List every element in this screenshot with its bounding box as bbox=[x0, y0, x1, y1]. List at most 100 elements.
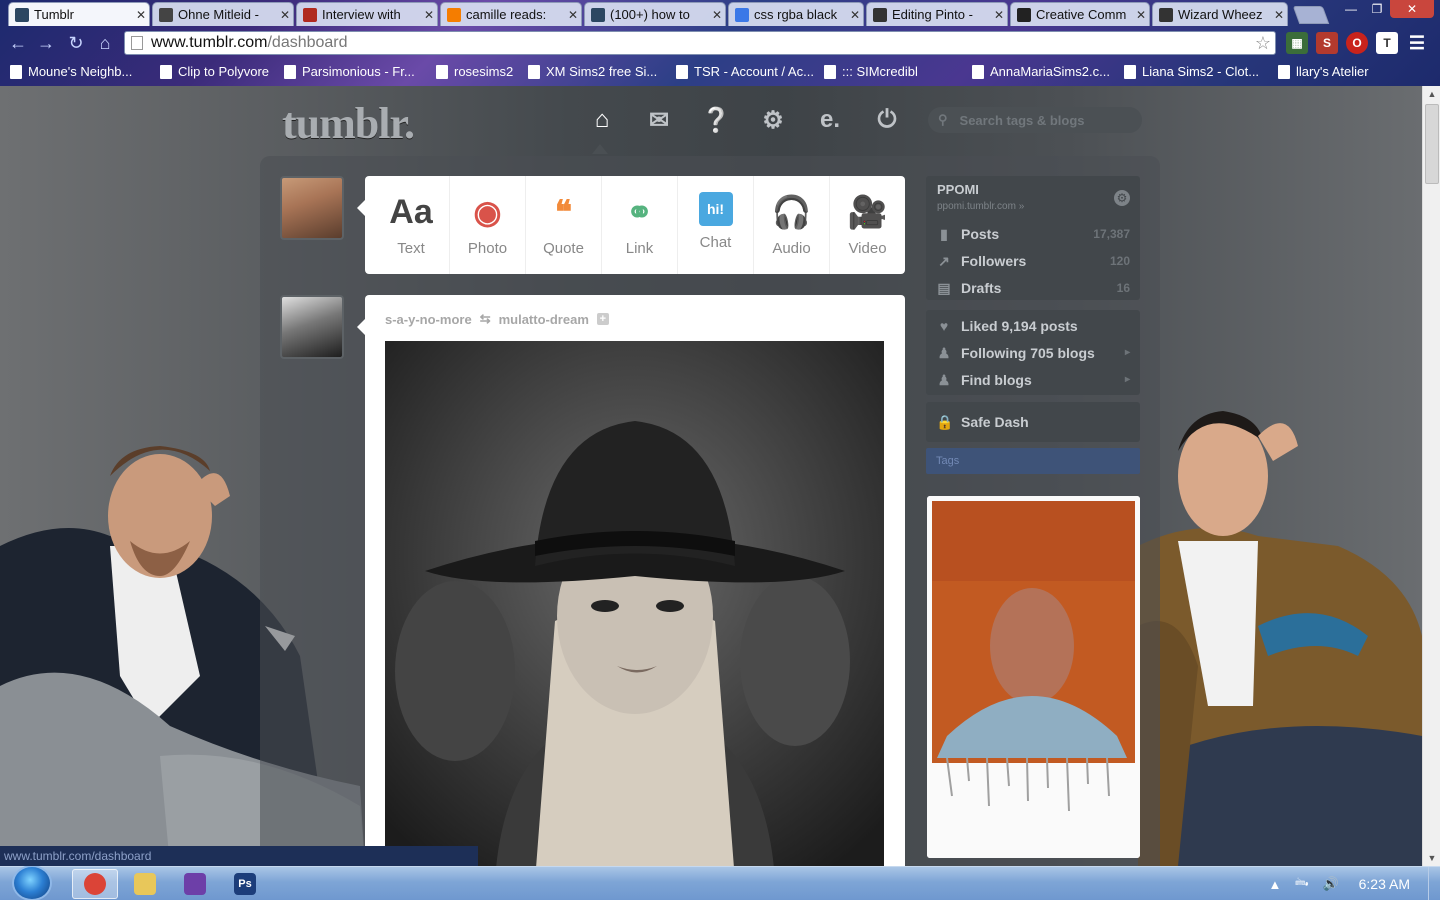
post-type-quote-button[interactable]: ❝ Quote bbox=[525, 176, 601, 274]
taskbar-app[interactable]: Ps bbox=[222, 869, 268, 899]
browser-tab[interactable]: Tumblr ✕ bbox=[8, 2, 150, 26]
sidebar-artwork-image[interactable] bbox=[927, 496, 1140, 858]
bookmark-item[interactable]: Clip to Polyvore bbox=[160, 64, 269, 79]
poster-avatar[interactable] bbox=[280, 295, 344, 359]
post-type-video-button[interactable]: 🎥 Video bbox=[829, 176, 905, 274]
sidebar-link[interactable]: ♟ Find blogs ▸ bbox=[926, 366, 1140, 393]
close-tab-icon[interactable]: ✕ bbox=[133, 8, 149, 22]
scroll-up-arrow-icon[interactable]: ▲ bbox=[1423, 86, 1440, 102]
browser-tab[interactable]: Interview with ✕ bbox=[296, 2, 438, 26]
new-tab-button[interactable] bbox=[1292, 6, 1330, 24]
forward-arrow-icon[interactable]: → bbox=[34, 31, 58, 55]
close-tab-icon[interactable]: ✕ bbox=[709, 8, 725, 22]
windows-taskbar: Ps ▲ 🖦 🔊 6:23 AM bbox=[0, 865, 1440, 900]
my-avatar[interactable] bbox=[280, 176, 344, 240]
close-tab-icon[interactable]: ✕ bbox=[1133, 8, 1149, 22]
inbox-icon[interactable]: ✉ bbox=[643, 104, 675, 136]
browser-tab[interactable]: camille reads: ✕ bbox=[440, 2, 582, 26]
network-icon[interactable]: 🖦 bbox=[1295, 873, 1308, 895]
close-tab-icon[interactable]: ✕ bbox=[847, 8, 863, 22]
sidebar-link[interactable]: ♟ Following 705 blogs ▸ bbox=[926, 339, 1140, 366]
bookmarks-bar: Moune's Neighb... Clip to Polyvore Parsimo… bbox=[0, 60, 1440, 84]
taskbar-app[interactable] bbox=[172, 869, 218, 899]
bookmark-item[interactable]: llary's Atelier bbox=[1278, 64, 1369, 79]
browser-tab[interactable]: Editing Pinto - ✕ bbox=[866, 2, 1008, 26]
volume-icon[interactable]: 🔊 bbox=[1322, 876, 1338, 892]
bookmark-item[interactable]: Liana Sims2 - Clot... bbox=[1124, 64, 1259, 79]
minimize-button[interactable]: — bbox=[1338, 0, 1364, 18]
post-type-label: Audio bbox=[772, 240, 811, 257]
bookmark-item[interactable]: Moune's Neighb... bbox=[10, 64, 132, 79]
home-icon[interactable]: ⌂ bbox=[586, 104, 618, 136]
blog-name[interactable]: PPOMI bbox=[937, 182, 979, 197]
browser-tab[interactable]: css rgba black ✕ bbox=[728, 2, 864, 26]
bookmark-item[interactable]: XM Sims2 free Si... bbox=[528, 64, 657, 79]
logout-icon[interactable]: ⏻ bbox=[871, 104, 903, 136]
follow-plus-icon[interactable]: + bbox=[596, 313, 609, 325]
scroll-down-arrow-icon[interactable]: ▼ bbox=[1423, 850, 1440, 866]
close-tab-icon[interactable]: ✕ bbox=[1271, 8, 1287, 22]
person-icon: ♟ bbox=[937, 344, 951, 361]
settings-icon[interactable]: ⚙ bbox=[757, 104, 789, 136]
post-type-photo-button[interactable]: ◉ Photo bbox=[449, 176, 525, 274]
scroll-thumb[interactable] bbox=[1425, 104, 1439, 184]
taskbar-app[interactable] bbox=[72, 869, 118, 899]
extension-icon[interactable]: T bbox=[1376, 32, 1398, 54]
close-tab-icon[interactable]: ✕ bbox=[277, 8, 293, 22]
photoshop-icon: Ps bbox=[234, 873, 256, 895]
safe-dash-toggle[interactable]: 🔒 Safe Dash bbox=[926, 408, 1140, 435]
tumblr-logo[interactable]: tumblr. bbox=[282, 98, 415, 149]
source-link[interactable]: mulatto-dream bbox=[499, 312, 589, 327]
activity-icon[interactable]: e. bbox=[814, 104, 846, 136]
blog-stat-drafts[interactable]: ▤ Drafts 16 bbox=[926, 274, 1140, 301]
start-button[interactable] bbox=[12, 865, 52, 900]
page-scrollbar[interactable]: ▲ ▼ bbox=[1422, 86, 1440, 866]
show-desktop-button[interactable] bbox=[1428, 867, 1440, 900]
taskbar-clock[interactable]: 6:23 AM bbox=[1359, 876, 1410, 892]
reblogger-link[interactable]: s-a-y-no-more bbox=[385, 312, 472, 327]
blog-stat-followers[interactable]: ↗ Followers 120 bbox=[926, 247, 1140, 274]
help-icon[interactable]: ❔ bbox=[700, 104, 732, 136]
post-type-chat-button[interactable]: hi! Chat bbox=[677, 176, 753, 274]
close-tab-icon[interactable]: ✕ bbox=[565, 8, 581, 22]
reload-icon[interactable]: ↻ bbox=[64, 31, 88, 55]
nav-pointer bbox=[592, 144, 608, 154]
browser-tab[interactable]: Creative Comm ✕ bbox=[1010, 2, 1150, 26]
menu-icon[interactable]: ☰ bbox=[1406, 32, 1428, 54]
blog-stat-posts[interactable]: ▮ Posts 17,387 bbox=[926, 220, 1140, 247]
stat-count: 120 bbox=[1109, 253, 1130, 268]
browser-tab[interactable]: Ohne Mitleid - ✕ bbox=[152, 2, 294, 26]
browser-tab[interactable]: (100+) how to ✕ bbox=[584, 2, 726, 26]
back-arrow-icon[interactable]: ← bbox=[6, 31, 30, 55]
bookmark-star-icon[interactable]: ☆ bbox=[1255, 33, 1271, 54]
post-type-text-button[interactable]: Aa Text bbox=[373, 176, 449, 274]
bookmark-label: ::: SIMcredibl bbox=[842, 64, 918, 79]
restore-button[interactable]: ❐ bbox=[1364, 0, 1390, 18]
post-type-link-button[interactable]: ⚭ Link bbox=[601, 176, 677, 274]
extension-icon[interactable]: O bbox=[1346, 32, 1368, 54]
blog-url[interactable]: ppomi.tumblr.com » bbox=[937, 201, 1024, 212]
bookmark-item[interactable]: TSR - Account / Ac... bbox=[676, 64, 814, 79]
blog-settings-icon[interactable]: ⚙ bbox=[1114, 190, 1130, 206]
taskbar-app[interactable] bbox=[122, 869, 168, 899]
bookmark-item[interactable]: rosesims2 bbox=[436, 64, 513, 79]
home-icon[interactable]: ⌂ bbox=[93, 31, 117, 55]
extension-icon[interactable]: S bbox=[1316, 32, 1338, 54]
bookmark-item[interactable]: Parsimonious - Fr... bbox=[284, 64, 415, 79]
tab-title: Creative Comm bbox=[1036, 7, 1127, 22]
tags-bar[interactable]: Tags bbox=[926, 448, 1140, 474]
browser-tab[interactable]: Wizard Wheez ✕ bbox=[1152, 2, 1288, 26]
post-photo[interactable] bbox=[385, 341, 884, 866]
close-tab-icon[interactable]: ✕ bbox=[421, 8, 437, 22]
bookmark-item[interactable]: AnnaMariaSims2.c... bbox=[972, 64, 1110, 79]
bookmark-page-icon bbox=[972, 64, 984, 79]
bookmark-item[interactable]: ::: SIMcredibl bbox=[824, 64, 918, 79]
post-type-audio-button[interactable]: 🎧 Audio bbox=[753, 176, 829, 274]
close-tab-icon[interactable]: ✕ bbox=[991, 8, 1007, 22]
address-bar[interactable]: www.tumblr.com/dashboard ☆ bbox=[124, 31, 1276, 55]
close-window-button[interactable]: ✕ bbox=[1390, 0, 1434, 18]
extension-icon[interactable]: ▦ bbox=[1286, 32, 1308, 54]
search-field[interactable]: ⚲ Search tags & blogs bbox=[928, 107, 1142, 133]
tray-expand-icon[interactable]: ▲ bbox=[1269, 877, 1282, 892]
sidebar-link[interactable]: ♥ Liked 9,194 posts bbox=[926, 312, 1140, 339]
